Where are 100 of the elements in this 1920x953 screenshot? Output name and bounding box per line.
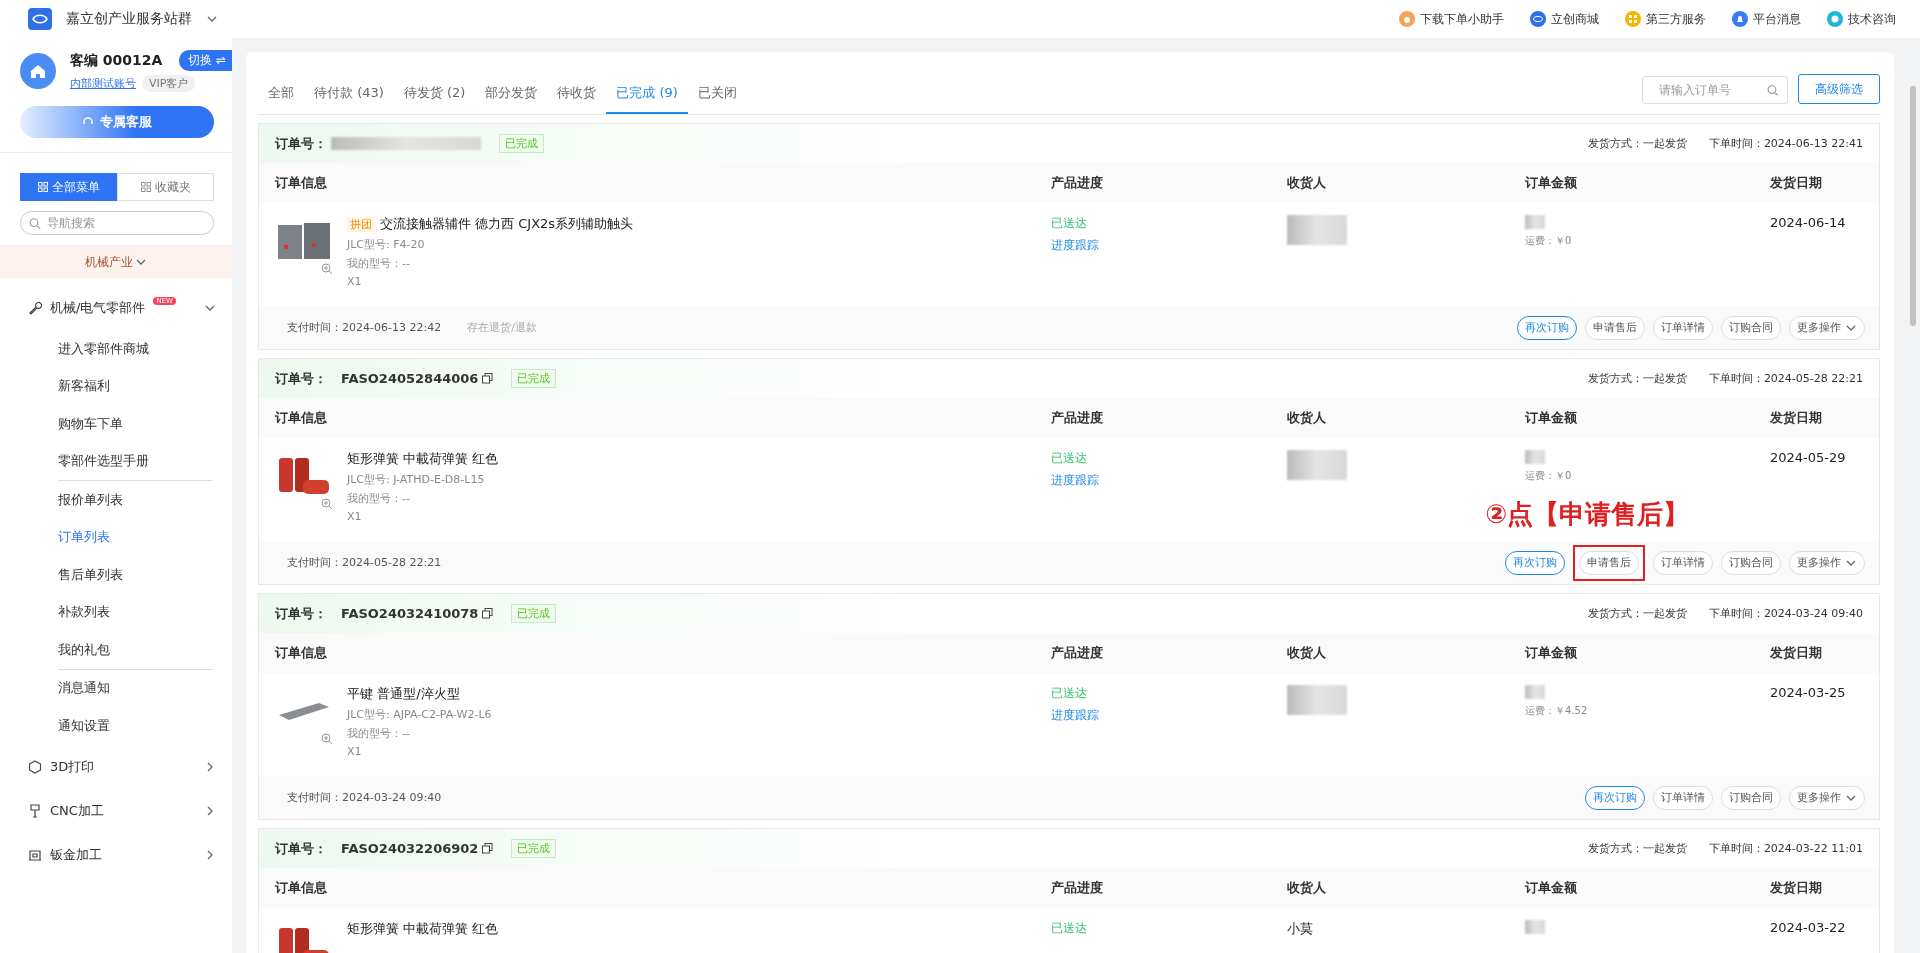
menu-item[interactable]: 购物车下单 [0, 405, 232, 443]
track-link[interactable]: 进度跟踪 [1051, 707, 1287, 724]
column-header: 产品进度 [1051, 644, 1104, 662]
order-tab[interactable]: 已关闭 [687, 84, 747, 114]
order-number-label: 订单号： [275, 134, 327, 153]
status-tag: 已完成 [511, 369, 557, 388]
service-button[interactable]: 专属客服 [20, 106, 214, 138]
header-link[interactable]: 技术咨询 [1827, 10, 1896, 28]
menu-group[interactable]: CNC加工 [0, 788, 232, 833]
order-number: FASO24052844006 [341, 371, 479, 386]
column-header: 发货日期 [1770, 174, 1823, 192]
menu-group-label: 钣金加工 [50, 845, 102, 864]
nav-search-field[interactable]: 导航搜索 [44, 215, 205, 231]
column-header: 订单金额 [1525, 174, 1578, 192]
order-action-button[interactable]: 申请售后 [1585, 315, 1645, 340]
ship-date: 2024-05-29 [1770, 450, 1847, 465]
order-action-button[interactable]: 订购合同 [1721, 785, 1781, 810]
order-action-button[interactable]: 更多操作 [1789, 315, 1865, 340]
order-tab[interactable]: 待收货 [547, 84, 607, 114]
zoom-icon [321, 498, 333, 510]
quantity: X1 [347, 275, 363, 288]
wrench-icon [28, 301, 42, 315]
menu-item[interactable]: 我的礼包 [0, 631, 232, 669]
scrollbar[interactable] [1910, 86, 1916, 326]
account-link[interactable]: 内部测试账号 [70, 76, 136, 91]
order-action-button[interactable]: 更多操作 [1789, 785, 1865, 810]
column-header: 收货人 [1287, 879, 1327, 897]
site-title[interactable]: 嘉立创产业服务站群 [66, 10, 192, 28]
column-header: 产品进度 [1051, 174, 1104, 192]
menu-item[interactable]: 补款列表 [0, 593, 232, 631]
my-model: 我的型号：-- [347, 491, 411, 506]
order-tab[interactable]: 全部 [258, 84, 304, 114]
ship-date: 2024-06-14 [1770, 215, 1847, 230]
menu-group-label: 机械/电气零部件 [50, 299, 146, 317]
order-action-button[interactable]: 订单详情 [1653, 550, 1713, 575]
order-tab[interactable]: 待付款 (43) [304, 84, 394, 114]
search-icon [1767, 83, 1779, 97]
order-action-button[interactable]: 申请售后 [1579, 550, 1639, 575]
order-action-button[interactable]: 再次订购 [1505, 550, 1565, 575]
industry-dropdown[interactable]: 机械产业 [0, 246, 232, 278]
order-action-button[interactable]: 更多操作 [1789, 550, 1865, 575]
header-link[interactable]: 第三方服务 [1625, 10, 1706, 28]
menu-item[interactable]: 零部件选型手册 [0, 442, 232, 480]
copy-icon [482, 608, 494, 619]
order-action-button[interactable]: 订购合同 [1721, 315, 1781, 340]
recipient-name: 小莫 [1287, 920, 1314, 938]
menu-item[interactable]: 售后单列表 [0, 556, 232, 594]
ship-date: 2024-03-25 [1770, 685, 1847, 700]
column-header: 订单信息 [275, 174, 328, 192]
status-tag: 已完成 [511, 839, 557, 858]
search-icon [29, 216, 41, 230]
menu-item[interactable]: 新客福利 [0, 367, 232, 405]
menu-group[interactable]: 钣金加工 [0, 832, 232, 877]
menu-item[interactable]: 订单列表 [0, 518, 232, 556]
quantity: X1 [347, 745, 363, 758]
track-link[interactable]: 进度跟踪 [1051, 472, 1287, 489]
menu-item[interactable]: 通知设置 [0, 707, 232, 745]
column-header: 产品进度 [1051, 409, 1104, 427]
column-header: 发货日期 [1770, 644, 1823, 662]
order-action-button[interactable]: 订单详情 [1653, 785, 1713, 810]
order-action-button[interactable]: 再次订购 [1585, 785, 1645, 810]
order-number: FASO24032410078 [341, 606, 479, 621]
switch-button[interactable]: 切换 ⇌ [179, 50, 232, 71]
header-link[interactable]: 立创商城 [1530, 10, 1599, 28]
menu-tab[interactable]: 收藏夹 [117, 173, 214, 201]
product-name: 矩形弹簧 中載荷弹簧 红色 [347, 920, 499, 938]
order-time: 下单时间：2024-03-24 09:40 [1708, 606, 1863, 621]
menu-item[interactable]: 进入零部件商城 [0, 330, 232, 368]
zoom-icon [321, 733, 333, 745]
order-time: 下单时间：2024-06-13 22:41 [1708, 136, 1863, 151]
order-action-button[interactable]: 订购合同 [1721, 550, 1781, 575]
menu-item[interactable]: 消息通知 [0, 669, 232, 707]
column-header: 收货人 [1287, 174, 1327, 192]
blurred-amount [1525, 920, 1545, 934]
product-name: 平键 普通型/淬火型 [347, 685, 460, 703]
column-header: 订单信息 [275, 879, 328, 897]
header-link[interactable]: 平台消息 [1732, 10, 1801, 28]
progress-status: 已送达 [1051, 685, 1088, 702]
header-link[interactable]: 下载下单小助手 [1399, 10, 1504, 28]
filter-button[interactable]: 高级筛选 [1798, 74, 1880, 104]
home-icon [29, 62, 47, 80]
order-action-button[interactable]: 再次订购 [1517, 315, 1577, 340]
order-search-box[interactable]: 请输入订单号 [1642, 76, 1788, 104]
order-tab[interactable]: 待发货 (2) [393, 84, 476, 114]
product-model: JLC型号: F4-20 [347, 237, 426, 252]
menu-item[interactable]: 报价单列表 [0, 481, 232, 519]
column-header: 订单金额 [1525, 879, 1578, 897]
order-tab[interactable]: 已完成 (9) [606, 84, 688, 114]
shipping-method: 发货方式：一起发货 [1587, 371, 1687, 386]
grid-icon [37, 182, 48, 192]
progress-status: 已送达 [1051, 450, 1088, 467]
column-header: 发货日期 [1770, 409, 1823, 427]
order-tab[interactable]: 部分发货 [475, 84, 548, 114]
menu-group[interactable]: 3D打印 [0, 744, 232, 789]
track-link[interactable]: 进度跟踪 [1051, 237, 1287, 254]
menu-tab[interactable]: 全部菜单 [20, 173, 117, 201]
column-header: 订单信息 [275, 644, 328, 662]
order-search-field[interactable]: 请输入订单号 [1657, 82, 1768, 98]
order-action-button[interactable]: 订单详情 [1653, 315, 1713, 340]
menu-group-label: 3D打印 [50, 757, 95, 776]
